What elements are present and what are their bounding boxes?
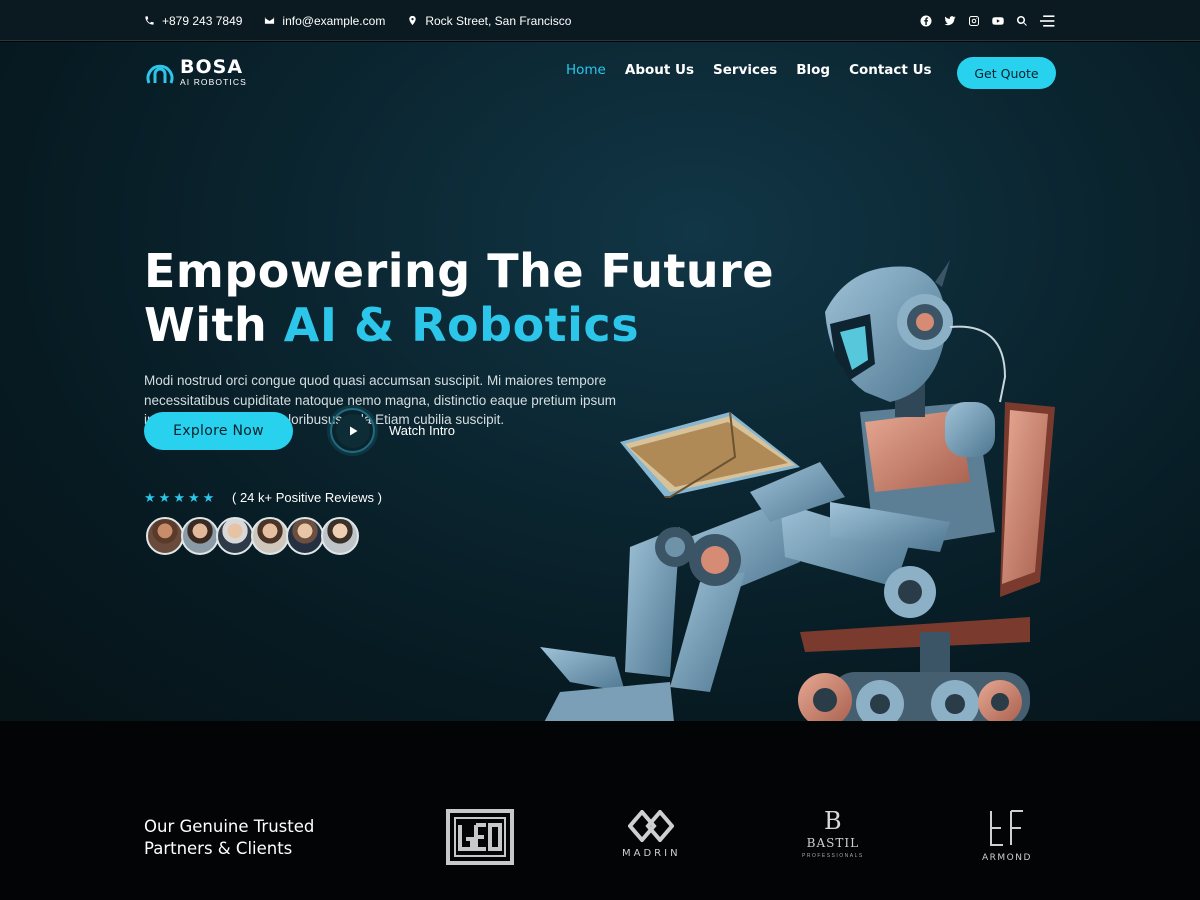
partners-title: Our Genuine Trusted Partners & Clients: [144, 816, 314, 860]
avatar: [216, 517, 254, 555]
avatar: [181, 517, 219, 555]
youtube-icon[interactable]: [992, 15, 1004, 27]
search-icon[interactable]: [1016, 15, 1028, 27]
geo-logo-icon: [446, 809, 514, 865]
contact-info: +879 243 7849 info@example.com Rock Stre…: [144, 0, 571, 41]
bosa-logo-icon: [146, 64, 174, 84]
social-links: [920, 0, 1056, 41]
address-link[interactable]: Rock Street, San Francisco: [407, 14, 571, 28]
play-icon: [349, 426, 357, 435]
avatar: [321, 517, 359, 555]
reviews-count: ( 24 k+ Positive Reviews ): [232, 490, 382, 505]
instagram-icon[interactable]: [968, 15, 980, 27]
partner-logo-madrin[interactable]: MADRIN: [622, 810, 681, 859]
avatar: [251, 517, 289, 555]
star-icon: ★: [158, 490, 171, 505]
rating-stars: ★ ★ ★ ★ ★: [144, 490, 214, 506]
phone-text: +879 243 7849: [162, 13, 243, 28]
top-info-bar: +879 243 7849 info@example.com Rock Stre…: [0, 0, 1200, 41]
armond-logo-text: ARMOND: [982, 853, 1032, 863]
envelope-icon: [265, 17, 275, 24]
brand-name: BOSA: [180, 55, 244, 78]
nav-blog[interactable]: Blog: [796, 62, 830, 78]
explore-now-button[interactable]: Explore Now: [144, 412, 293, 450]
hero-title-highlight: AI & Robotics: [283, 298, 640, 352]
play-button[interactable]: [330, 408, 375, 453]
madrin-logo-icon: [628, 810, 675, 842]
partner-logo-armond[interactable]: ARMOND: [982, 809, 1032, 863]
nav-home[interactable]: Home: [566, 62, 606, 78]
watch-intro-label: Watch Intro: [389, 423, 455, 438]
hero-title-line1: Empowering The Future: [144, 244, 775, 298]
menu-icon[interactable]: [1040, 14, 1056, 28]
brand-logo[interactable]: BOSA AI ROBOTICS: [144, 56, 247, 88]
email-text: info@example.com: [282, 13, 386, 28]
get-quote-button[interactable]: Get Quote: [957, 57, 1056, 89]
star-icon: ★: [173, 490, 185, 505]
partner-logo-geo[interactable]: [446, 809, 514, 865]
hero-title-line2-plain: With: [144, 298, 284, 352]
reviewer-avatars: [146, 517, 359, 555]
star-icon: ★: [202, 490, 215, 505]
bastil-logo-text: BASTIL: [806, 836, 860, 850]
bastil-logo-subtext: PROFESSIONALS: [802, 853, 864, 859]
location-pin-icon: [409, 15, 417, 26]
bastil-logo-mark: B: [824, 807, 842, 835]
partner-logo-bastil[interactable]: B BASTIL PROFESSIONALS: [802, 808, 864, 859]
phone-link[interactable]: +879 243 7849: [144, 14, 242, 28]
twitter-icon[interactable]: [944, 15, 956, 27]
facebook-icon[interactable]: [920, 15, 932, 27]
watch-intro-button[interactable]: Watch Intro: [330, 408, 455, 453]
main-nav: Home About Us Services Blog Contact Us: [566, 62, 932, 78]
brand-tagline: AI ROBOTICS: [180, 76, 247, 87]
partners-title-line1: Our Genuine Trusted: [144, 817, 315, 836]
avatar: [286, 517, 324, 555]
nav-about-us[interactable]: About Us: [625, 62, 694, 78]
nav-contact-us[interactable]: Contact Us: [849, 62, 932, 78]
phone-icon: [145, 16, 154, 25]
hero-section: Empowering The Future With AI & Robotics…: [0, 42, 1200, 741]
armond-logo-icon: [989, 810, 1023, 846]
star-icon: ★: [144, 490, 156, 505]
address-text: Rock Street, San Francisco: [425, 13, 572, 28]
email-link[interactable]: info@example.com: [264, 14, 385, 28]
madrin-logo-text: MADRIN: [622, 848, 681, 859]
hero-title: Empowering The Future With AI & Robotics: [144, 244, 774, 352]
partners-title-line2: Partners & Clients: [144, 839, 293, 858]
star-icon: ★: [187, 490, 200, 505]
nav-services[interactable]: Services: [713, 62, 777, 78]
avatar: [146, 517, 184, 555]
